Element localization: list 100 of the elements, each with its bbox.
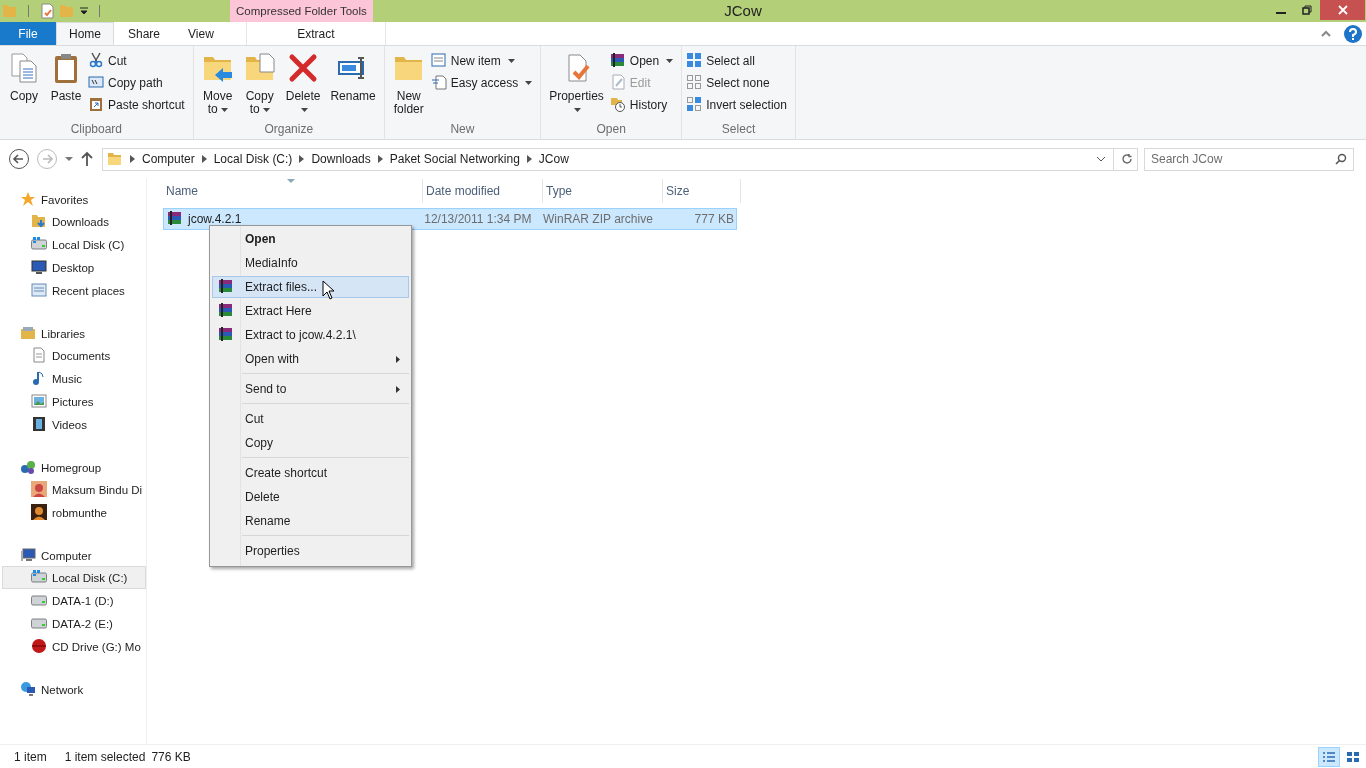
close-button[interactable]: [1320, 0, 1365, 20]
recent-dropdown-icon[interactable]: [64, 156, 74, 162]
column-header[interactable]: Size: [663, 179, 741, 203]
nav-item[interactable]: Homegroup: [0, 457, 146, 478]
menu-item[interactable]: Extract to jcow.4.2.1\: [212, 324, 409, 346]
network-icon: [20, 680, 36, 697]
up-arrow-icon[interactable]: [80, 151, 94, 167]
chevron-icon[interactable]: [299, 155, 305, 163]
ribbon-tab[interactable]: Share: [114, 22, 175, 45]
document-icon: [31, 346, 47, 363]
ribbon-button[interactable]: Paste: [46, 50, 86, 121]
ribbon-button[interactable]: History: [609, 96, 678, 114]
menu-item[interactable]: Create shortcut: [212, 462, 409, 484]
chevron-icon[interactable]: [201, 155, 207, 163]
archive-icon: [218, 325, 234, 342]
ribbon-button[interactable]: Paste shortcut: [88, 96, 189, 114]
nav-item[interactable]: CD Drive (G:) Mo: [2, 635, 146, 658]
caret-icon: [666, 59, 674, 63]
address-bar[interactable]: Computer Local Disk (C:) Downloads Paket Social Networking JCow: [102, 147, 1138, 171]
dropdown-icon[interactable]: [1096, 156, 1106, 162]
breadcrumb[interactable]: Local Disk (C:): [213, 152, 293, 166]
menu-item[interactable]: Properties: [212, 540, 409, 562]
properties-icon[interactable]: [39, 3, 55, 19]
file-row[interactable]: jcow.4.2.1 12/13/2011 1:34 PM WinRAR ZIP archive 777 KB: [163, 208, 737, 230]
ribbon-button[interactable]: Rename: [326, 50, 380, 121]
nav-item[interactable]: DATA-2 (E:): [2, 612, 146, 635]
ribbon-tab[interactable]: Extract: [245, 22, 386, 45]
ribbon-button[interactable]: New item: [430, 52, 537, 70]
drive-icon: [31, 235, 47, 252]
nav-item[interactable]: Favorites: [0, 189, 146, 210]
caret-icon: [507, 59, 515, 63]
breadcrumb[interactable]: Computer: [142, 152, 195, 166]
details-view-button[interactable]: [1318, 746, 1340, 767]
menu-item[interactable]: Cut: [212, 408, 409, 430]
new-item-icon: [430, 51, 447, 68]
menu-item[interactable]: Rename: [212, 510, 409, 532]
nav-item[interactable]: Downloads: [2, 210, 146, 233]
column-header[interactable]: Type: [543, 179, 663, 203]
menu-item[interactable]: MediaInfo: [212, 252, 409, 274]
column-header[interactable]: Date modified: [423, 179, 543, 203]
nav-item[interactable]: Maksum Bindu Di: [2, 478, 146, 501]
menu-item[interactable]: Copy: [212, 432, 409, 454]
chevron-icon[interactable]: [526, 155, 532, 163]
ribbon-button[interactable]: Easy access: [430, 74, 537, 92]
nav-item[interactable]: Network: [0, 679, 146, 700]
ribbon-button[interactable]: New folder: [388, 50, 429, 121]
ribbon-button[interactable]: Cut: [88, 52, 189, 70]
nav-item[interactable]: Music: [2, 367, 146, 390]
chevron-icon[interactable]: [130, 155, 135, 163]
folder-icon: [107, 151, 123, 167]
ribbon-button[interactable]: Copy path: [88, 74, 189, 92]
minimize-icon: [1276, 12, 1286, 14]
search-field[interactable]: Search JCow: [1144, 147, 1354, 171]
breadcrumb[interactable]: JCow: [538, 152, 569, 166]
invert-selection-icon: [686, 95, 703, 112]
nav-item[interactable]: Computer: [0, 545, 146, 566]
back-icon[interactable]: [8, 148, 30, 170]
nav-item[interactable]: Documents: [2, 344, 146, 367]
archive-icon: [167, 209, 183, 226]
folder-download-icon: [31, 212, 47, 229]
homegroup-icon: [20, 458, 36, 475]
nav-item[interactable]: Local Disk (C): [2, 233, 146, 256]
window-title: JCow: [723, 1, 763, 21]
history-icon: [609, 95, 626, 112]
chevron-icon[interactable]: [377, 155, 383, 163]
menu-item[interactable]: Open with: [212, 348, 409, 370]
nav-item[interactable]: Libraries: [0, 323, 146, 344]
ribbon-button[interactable]: Copy: [4, 50, 44, 121]
menu-item[interactable]: Send to: [212, 378, 409, 400]
group-label: Clipboard: [69, 121, 124, 138]
refresh-icon[interactable]: [1121, 153, 1133, 165]
nav-item[interactable]: Videos: [2, 413, 146, 436]
ribbon-button[interactable]: Open: [609, 52, 678, 70]
menu-item[interactable]: Extract Here: [212, 300, 409, 322]
ribbon-button[interactable]: Select none: [686, 74, 791, 92]
menu-item[interactable]: Extract files...: [212, 276, 409, 298]
help-icon[interactable]: [1344, 24, 1362, 43]
nav-item[interactable]: Local Disk (C:): [2, 566, 146, 589]
ribbon-tab[interactable]: View: [174, 22, 228, 45]
caret-icon: [525, 81, 533, 85]
scissors-icon: [88, 51, 104, 68]
ribbon-button[interactable]: Select all: [686, 52, 791, 70]
menu-item[interactable]: Delete: [212, 486, 409, 508]
ribbon-button[interactable]: Invert selection: [686, 96, 791, 114]
ribbon-button[interactable]: Copy to: [239, 50, 280, 121]
nav-item[interactable]: DATA-1 (D:): [2, 589, 146, 612]
select-all-icon: [686, 51, 703, 68]
nav-item[interactable]: robmunthe: [2, 501, 146, 524]
ribbon-tab[interactable]: Home: [56, 22, 114, 45]
breadcrumb[interactable]: Downloads: [311, 152, 371, 166]
nav-item[interactable]: Desktop: [2, 256, 146, 279]
nav-item[interactable]: Pictures: [2, 390, 146, 413]
nav-item[interactable]: Recent places: [2, 279, 146, 302]
ribbon-button[interactable]: Properties: [545, 50, 608, 121]
ribbon-button[interactable]: Move to: [197, 50, 238, 121]
menu-item[interactable]: Open: [212, 228, 409, 250]
recent-places-icon: [31, 281, 47, 298]
ribbon-button[interactable]: Delete: [281, 50, 325, 121]
breadcrumb[interactable]: Paket Social Networking: [389, 152, 520, 166]
ribbon-tab[interactable]: File: [0, 22, 56, 45]
